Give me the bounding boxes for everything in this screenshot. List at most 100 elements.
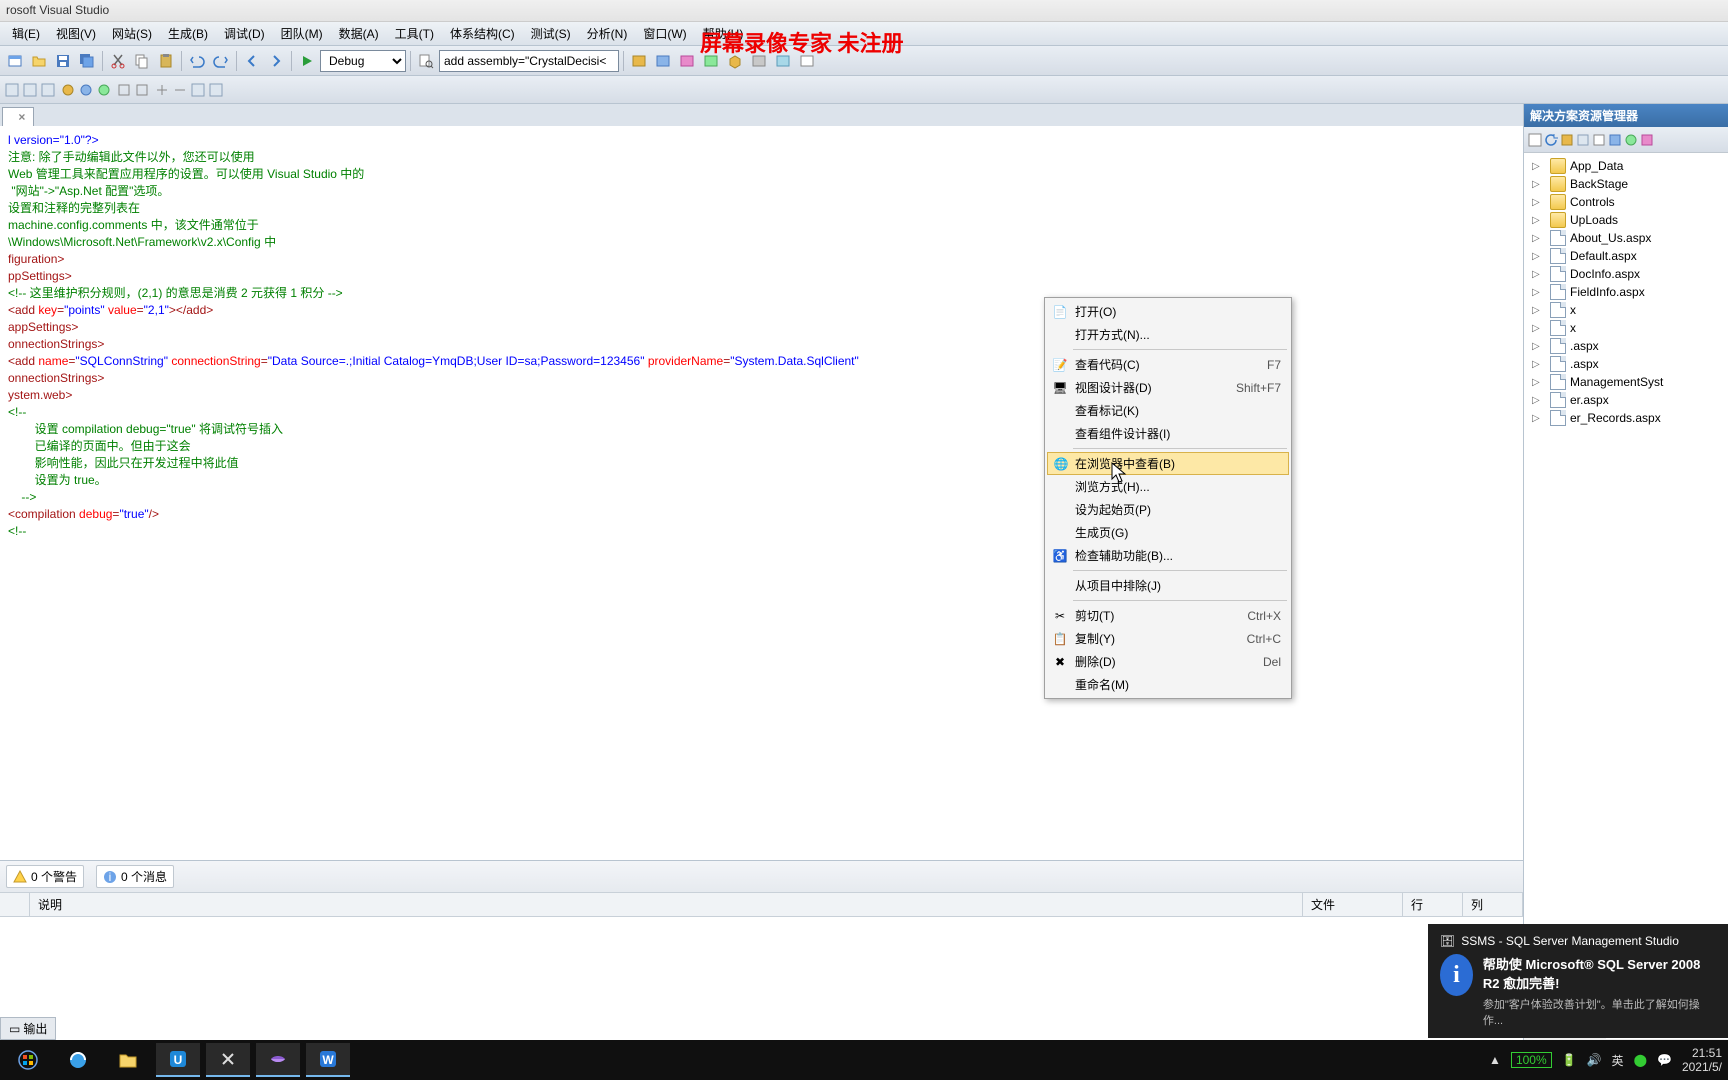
menu-item[interactable]: 体系结构(C) bbox=[442, 23, 523, 44]
undo-icon[interactable] bbox=[186, 50, 208, 72]
system-tray[interactable]: ▲ 100% 🔋 🔊 英 ⬤ 💬 21:51 2021/5/ bbox=[1489, 1046, 1722, 1074]
tb2-icon[interactable] bbox=[78, 82, 94, 98]
battery-icon[interactable]: 100% bbox=[1511, 1052, 1552, 1068]
tb2-icon[interactable] bbox=[134, 82, 150, 98]
menu-item[interactable]: 生成(B) bbox=[160, 23, 216, 44]
context-menu-item[interactable]: 设为起始页(P) bbox=[1047, 498, 1289, 521]
start-debug-icon[interactable] bbox=[296, 50, 318, 72]
find-input[interactable] bbox=[439, 50, 619, 72]
tray-up-icon[interactable]: ▲ bbox=[1489, 1053, 1501, 1067]
new-project-icon[interactable] bbox=[4, 50, 26, 72]
context-menu-item[interactable]: 查看标记(K) bbox=[1047, 399, 1289, 422]
tree-node[interactable]: ▷UpLoads bbox=[1524, 211, 1728, 229]
paste-icon[interactable] bbox=[155, 50, 177, 72]
solution-tree[interactable]: ▷App_Data▷BackStage▷Controls▷UpLoads▷Abo… bbox=[1524, 153, 1728, 951]
tb-icon-3[interactable] bbox=[676, 50, 698, 72]
tb2-icon[interactable] bbox=[208, 82, 224, 98]
editor-tab[interactable]: × bbox=[2, 107, 34, 126]
messages-filter[interactable]: i0 个消息 bbox=[96, 865, 174, 888]
context-menu-item[interactable]: 📄打开(O) bbox=[1047, 300, 1289, 323]
properties-icon[interactable] bbox=[1528, 133, 1542, 147]
context-menu-item[interactable]: ✂剪切(T)Ctrl+X bbox=[1047, 604, 1289, 627]
ime-indicator[interactable]: 英 bbox=[1612, 1052, 1624, 1069]
menu-item[interactable]: 视图(V) bbox=[48, 23, 104, 44]
warnings-filter[interactable]: 0 个警告 bbox=[6, 865, 84, 888]
menu-item[interactable]: 网站(S) bbox=[104, 23, 160, 44]
open-icon[interactable] bbox=[28, 50, 50, 72]
tray-icon[interactable]: ⬤ bbox=[1634, 1053, 1647, 1067]
view-code-icon[interactable] bbox=[1592, 133, 1606, 147]
tb-icon-2[interactable] bbox=[652, 50, 674, 72]
tb2-icon[interactable] bbox=[60, 82, 76, 98]
nest-icon[interactable] bbox=[1560, 133, 1574, 147]
context-menu-item[interactable]: 🖥视图设计器(D)Shift+F7 bbox=[1047, 376, 1289, 399]
copy-website-icon[interactable] bbox=[1624, 133, 1638, 147]
show-all-icon[interactable] bbox=[1576, 133, 1590, 147]
tb-icon-1[interactable] bbox=[628, 50, 650, 72]
taskbar-wps-icon[interactable]: W bbox=[306, 1043, 350, 1077]
tb2-icon[interactable] bbox=[154, 82, 170, 98]
volume-icon[interactable]: 🔊 bbox=[1587, 1053, 1602, 1067]
asp-config-icon[interactable] bbox=[1640, 133, 1654, 147]
tb-icon-6[interactable] bbox=[772, 50, 794, 72]
menu-item[interactable]: 工具(T) bbox=[387, 23, 442, 44]
context-menu-item[interactable]: 查看组件设计器(I) bbox=[1047, 422, 1289, 445]
tray-icon[interactable]: 💬 bbox=[1657, 1053, 1672, 1067]
tb2-icon[interactable] bbox=[22, 82, 38, 98]
tree-node[interactable]: ▷Default.aspx bbox=[1524, 247, 1728, 265]
tree-node[interactable]: ▷App_Data bbox=[1524, 157, 1728, 175]
nav-back-icon[interactable] bbox=[241, 50, 263, 72]
redo-icon[interactable] bbox=[210, 50, 232, 72]
context-menu-item[interactable]: 生成页(G) bbox=[1047, 521, 1289, 544]
view-designer-icon[interactable] bbox=[1608, 133, 1622, 147]
tb2-icon[interactable] bbox=[190, 82, 206, 98]
close-tab-icon[interactable]: × bbox=[18, 110, 25, 124]
tree-node[interactable]: ▷x bbox=[1524, 301, 1728, 319]
tb2-icon[interactable] bbox=[172, 82, 188, 98]
tree-node[interactable]: ▷.aspx bbox=[1524, 355, 1728, 373]
network-icon[interactable]: 🔋 bbox=[1562, 1053, 1577, 1067]
clock[interactable]: 21:51 2021/5/ bbox=[1682, 1046, 1722, 1074]
start-button[interactable] bbox=[6, 1043, 50, 1077]
code-area[interactable]: l version="1.0"?>注意: 除了手动编辑此文件以外，您还可以使用W… bbox=[0, 126, 1523, 860]
tree-node[interactable]: ▷About_Us.aspx bbox=[1524, 229, 1728, 247]
context-menu-item[interactable]: 📋复制(Y)Ctrl+C bbox=[1047, 627, 1289, 650]
nav-forward-icon[interactable] bbox=[265, 50, 287, 72]
tb-icon-7[interactable] bbox=[796, 50, 818, 72]
tree-node[interactable]: ▷FieldInfo.aspx bbox=[1524, 283, 1728, 301]
tree-node[interactable]: ▷er.aspx bbox=[1524, 391, 1728, 409]
taskbar-tools-icon[interactable] bbox=[206, 1043, 250, 1077]
context-menu-item[interactable]: 🌐在浏览器中查看(B) bbox=[1047, 452, 1289, 475]
tree-node[interactable]: ▷BackStage bbox=[1524, 175, 1728, 193]
context-menu-item[interactable]: 📝查看代码(C)F7 bbox=[1047, 353, 1289, 376]
refresh-icon[interactable] bbox=[1544, 133, 1558, 147]
menu-item[interactable]: 辑(E) bbox=[4, 23, 48, 44]
notification-toast[interactable]: 🗄SSMS - SQL Server Management Studio i 帮… bbox=[1428, 924, 1728, 1038]
taskbar-ie-icon[interactable] bbox=[56, 1043, 100, 1077]
tb-icon-5[interactable] bbox=[748, 50, 770, 72]
menu-item[interactable]: 帮助(H) bbox=[695, 23, 752, 44]
tb2-icon[interactable] bbox=[4, 82, 20, 98]
menu-item[interactable]: 数据(A) bbox=[331, 23, 387, 44]
save-icon[interactable] bbox=[52, 50, 74, 72]
menu-item[interactable]: 分析(N) bbox=[579, 23, 636, 44]
tb2-icon[interactable] bbox=[116, 82, 132, 98]
menu-item[interactable]: 团队(M) bbox=[273, 23, 331, 44]
menu-item[interactable]: 调试(D) bbox=[216, 23, 273, 44]
copy-icon[interactable] bbox=[131, 50, 153, 72]
context-menu-item[interactable]: 从项目中排除(J) bbox=[1047, 574, 1289, 597]
tree-node[interactable]: ▷er_Records.aspx bbox=[1524, 409, 1728, 427]
tree-node[interactable]: ▷DocInfo.aspx bbox=[1524, 265, 1728, 283]
toolbox-icon[interactable] bbox=[724, 50, 746, 72]
context-menu-item[interactable]: ♿检查辅助功能(B)... bbox=[1047, 544, 1289, 567]
context-menu-item[interactable]: 重命名(M) bbox=[1047, 673, 1289, 696]
save-all-icon[interactable] bbox=[76, 50, 98, 72]
cut-icon[interactable] bbox=[107, 50, 129, 72]
menu-item[interactable]: 窗口(W) bbox=[635, 23, 694, 44]
output-tab[interactable]: ▭ 输出 bbox=[0, 1017, 56, 1040]
tb2-icon[interactable] bbox=[40, 82, 56, 98]
tb2-icon[interactable] bbox=[96, 82, 112, 98]
context-menu-item[interactable]: 打开方式(N)... bbox=[1047, 323, 1289, 346]
tree-node[interactable]: ▷Controls bbox=[1524, 193, 1728, 211]
context-menu-item[interactable]: ✖删除(D)Del bbox=[1047, 650, 1289, 673]
